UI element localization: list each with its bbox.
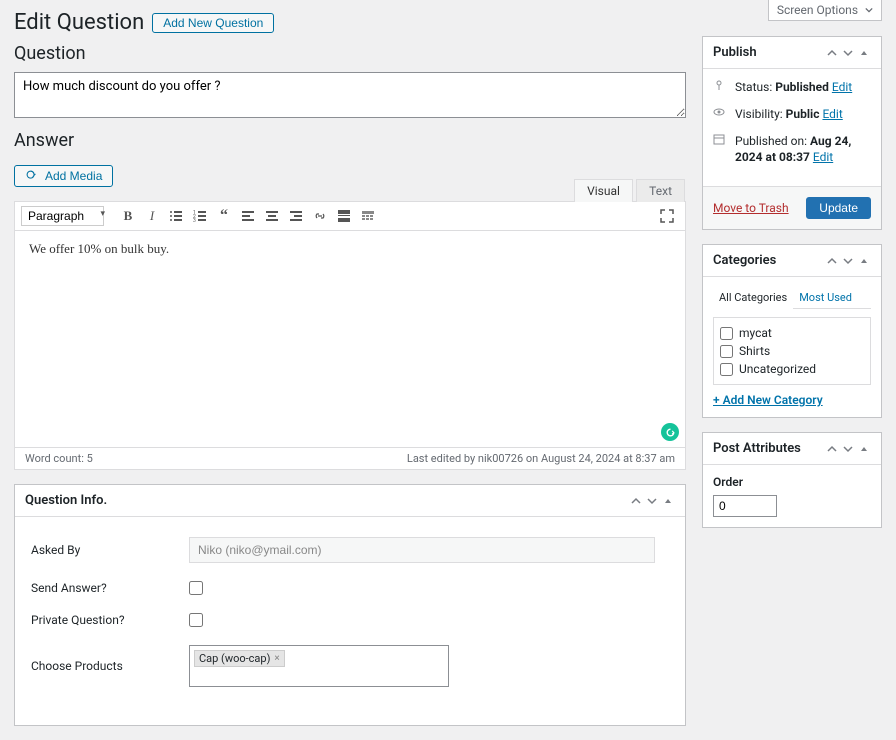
toolbar-toggle-icon[interactable] [357,205,379,227]
blockquote-icon[interactable]: “ [213,205,235,227]
answer-section-label: Answer [14,130,686,151]
edit-status-link[interactable]: Edit [832,80,852,94]
read-more-icon[interactable] [333,205,355,227]
bold-icon[interactable]: B [117,205,139,227]
screen-options-button[interactable]: Screen Options [768,0,882,21]
category-item: Shirts [720,342,864,360]
product-chip-label: Cap (woo-cap) [199,652,270,665]
publish-title: Publish [713,45,757,60]
caret-up-icon[interactable] [661,494,675,508]
question-section-label: Question [14,43,686,64]
private-question-label: Private Question? [31,613,189,627]
caret-down-icon [865,6,873,14]
chevron-up-icon[interactable] [825,254,839,268]
order-label: Order [713,475,871,489]
chevron-up-icon[interactable] [629,494,643,508]
tab-visual[interactable]: Visual [574,179,633,202]
categories-title: Categories [713,253,776,268]
category-label: mycat [739,326,772,340]
choose-products-input[interactable]: Cap (woo-cap) × [189,645,449,687]
category-checkbox[interactable] [720,363,733,376]
category-item: mycat [720,324,864,342]
caret-up-icon[interactable] [857,254,871,268]
align-right-icon[interactable] [285,205,307,227]
link-icon[interactable] [309,205,331,227]
last-edited: Last edited by nik00726 on August 24, 20… [407,452,675,465]
status-label: Status: [735,80,772,94]
choose-products-label: Choose Products [31,645,189,673]
visibility-value: Public [786,107,820,121]
bullet-list-icon[interactable] [165,205,187,227]
add-media-label: Add Media [45,169,102,183]
asked-by-label: Asked By [31,543,189,557]
chevron-down-icon[interactable] [841,254,855,268]
chevron-down-icon[interactable] [841,46,855,60]
category-item: Uncategorized [720,360,864,378]
eye-icon [713,106,727,123]
order-input[interactable] [713,495,777,517]
private-question-checkbox[interactable] [189,613,203,627]
pin-icon [713,79,727,96]
grammarly-icon[interactable] [661,423,679,441]
page-title: Edit Question [14,10,144,35]
edit-visibility-link[interactable]: Edit [822,107,842,121]
product-chip[interactable]: Cap (woo-cap) × [194,650,285,667]
caret-up-icon[interactable] [857,46,871,60]
add-media-button[interactable]: Add Media [14,165,113,187]
word-count: Word count: 5 [25,452,93,465]
question-info-title: Question Info. [25,493,107,508]
tab-text[interactable]: Text [636,179,685,202]
fullscreen-icon[interactable] [656,205,678,227]
chevron-up-icon[interactable] [825,442,839,456]
status-value: Published [775,80,829,94]
align-center-icon[interactable] [261,205,283,227]
numbered-list-icon[interactable]: 123 [189,205,211,227]
update-button[interactable]: Update [806,197,871,219]
asked-by-input[interactable] [189,537,655,563]
tab-all-categories[interactable]: All Categories [713,287,793,309]
answer-text: We offer 10% on bulk buy. [29,241,169,256]
answer-editor[interactable]: We offer 10% on bulk buy. [15,231,685,447]
question-textarea[interactable]: How much discount do you offer ? [14,72,686,118]
italic-icon[interactable]: I [141,205,163,227]
category-checkbox[interactable] [720,345,733,358]
chevron-down-icon[interactable] [645,494,659,508]
chevron-down-icon[interactable] [841,442,855,456]
send-answer-label: Send Answer? [31,581,189,595]
post-attributes-title: Post Attributes [713,441,801,456]
chevron-up-icon[interactable] [825,46,839,60]
visibility-label: Visibility: [735,107,783,121]
edit-date-link[interactable]: Edit [813,150,833,164]
screen-options-label: Screen Options [777,3,858,17]
category-label: Uncategorized [739,362,816,376]
remove-chip-icon[interactable]: × [274,653,279,664]
move-to-trash-link[interactable]: Move to Trash [713,201,789,215]
align-left-icon[interactable] [237,205,259,227]
caret-up-icon[interactable] [857,442,871,456]
send-answer-checkbox[interactable] [189,581,203,595]
category-checkbox[interactable] [720,327,733,340]
media-icon [25,169,39,183]
add-new-category-link[interactable]: + Add New Category [713,393,823,407]
published-label: Published on: [735,134,807,148]
category-label: Shirts [739,344,770,358]
tab-most-used[interactable]: Most Used [793,287,858,308]
calendar-icon [713,133,727,150]
add-new-question-button[interactable]: Add New Question [152,13,274,33]
svg-text:3: 3 [193,218,196,223]
paragraph-select[interactable]: Paragraph [21,206,104,226]
